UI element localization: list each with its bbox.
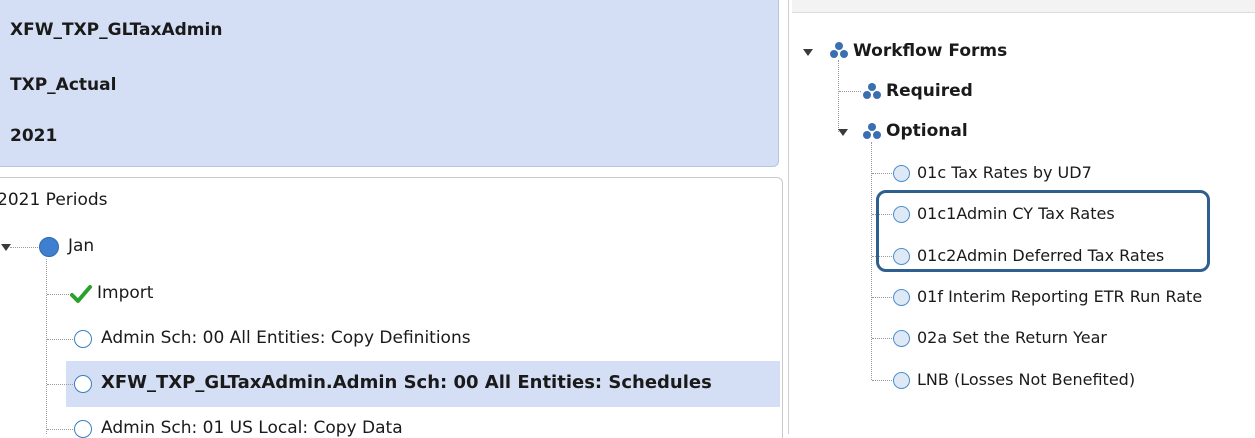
forms-toolbar xyxy=(792,0,1255,13)
form-item[interactable]: 01c Tax Rates by UD7 xyxy=(917,163,1092,182)
tree-connector xyxy=(872,173,892,174)
form-item[interactable]: 02a Set the Return Year xyxy=(917,328,1107,347)
circle-icon xyxy=(893,165,910,182)
circle-icon xyxy=(74,330,92,348)
tree-connector xyxy=(872,297,892,298)
form-item[interactable]: LNB (Losses Not Benefited) xyxy=(917,370,1135,389)
optional-node[interactable]: Optional xyxy=(886,121,968,141)
group-icon xyxy=(863,83,881,99)
group-icon xyxy=(863,123,881,139)
step-copy-definitions[interactable]: Admin Sch: 00 All Entities: Copy Definit… xyxy=(101,328,471,348)
step-import[interactable]: Import xyxy=(97,283,153,303)
tree-connector xyxy=(838,60,839,132)
tree-connector xyxy=(871,142,872,380)
group-icon xyxy=(830,42,848,58)
tree-connector xyxy=(47,429,73,430)
form-item[interactable]: 01f Interim Reporting ETR Run Rate xyxy=(917,287,1202,306)
highlight-frame xyxy=(876,190,1210,272)
step-schedules[interactable]: XFW_TXP_GLTaxAdmin.Admin Sch: 00 All Ent… xyxy=(101,372,712,393)
tree-connector xyxy=(47,339,73,340)
tree-connector xyxy=(872,338,892,339)
tree-connector xyxy=(872,380,892,381)
expand-triangle-icon[interactable] xyxy=(803,49,813,56)
periods-header: 2021 Periods xyxy=(0,190,108,210)
workflow-profile-name: XFW_TXP_GLTaxAdmin xyxy=(10,20,223,40)
tree-connector xyxy=(47,384,73,385)
month-node-jan[interactable]: Jan xyxy=(68,236,94,256)
workflow-forms-node[interactable]: Workflow Forms xyxy=(853,41,1007,61)
tree-connector xyxy=(839,91,861,92)
tree-connector xyxy=(46,259,47,434)
required-node[interactable]: Required xyxy=(886,81,973,101)
circle-icon xyxy=(893,330,910,347)
panel-divider xyxy=(788,0,789,434)
expand-triangle-icon[interactable] xyxy=(838,129,848,136)
circle-icon xyxy=(39,237,59,257)
circle-icon xyxy=(74,375,92,393)
scenario-name: TXP_Actual xyxy=(10,75,117,95)
check-icon xyxy=(70,285,92,303)
tree-connector xyxy=(10,247,38,248)
tree-connector xyxy=(47,294,69,295)
year-label: 2021 xyxy=(10,126,58,146)
circle-icon xyxy=(893,372,910,389)
step-copy-data[interactable]: Admin Sch: 01 US Local: Copy Data xyxy=(101,418,403,438)
circle-icon xyxy=(893,289,910,306)
circle-icon xyxy=(74,420,92,438)
